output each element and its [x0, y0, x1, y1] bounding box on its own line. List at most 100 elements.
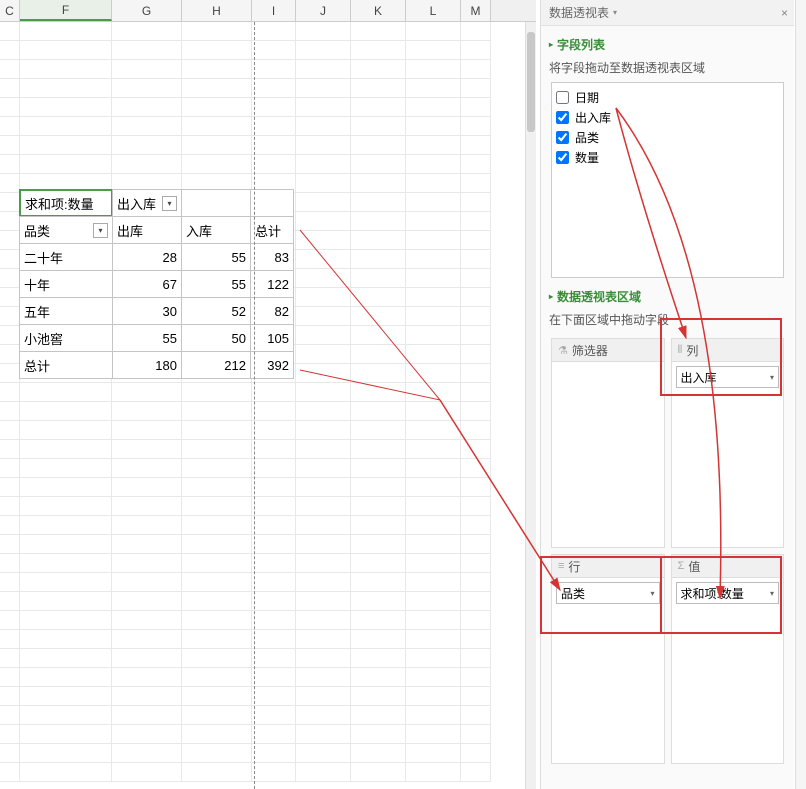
- cell[interactable]: [0, 725, 20, 744]
- cell[interactable]: [20, 649, 112, 668]
- cell[interactable]: [406, 440, 461, 459]
- cell[interactable]: [296, 288, 351, 307]
- scrollbar-thumb[interactable]: [527, 32, 535, 132]
- cell[interactable]: [252, 402, 296, 421]
- cell[interactable]: [0, 649, 20, 668]
- cell[interactable]: [0, 611, 20, 630]
- cell[interactable]: [182, 649, 252, 668]
- cell[interactable]: [406, 478, 461, 497]
- cell[interactable]: [406, 326, 461, 345]
- row-field-pill[interactable]: 品类 ▾: [556, 582, 660, 604]
- cell[interactable]: [252, 383, 296, 402]
- cell[interactable]: [112, 611, 182, 630]
- cell[interactable]: [112, 706, 182, 725]
- col-header-h[interactable]: H: [182, 0, 252, 21]
- cell[interactable]: [20, 478, 112, 497]
- cell[interactable]: [351, 763, 406, 782]
- cell[interactable]: [252, 706, 296, 725]
- cell[interactable]: [182, 22, 252, 41]
- cell[interactable]: [20, 497, 112, 516]
- close-icon[interactable]: ×: [781, 6, 788, 20]
- cell[interactable]: [296, 79, 351, 98]
- col-header-g[interactable]: G: [112, 0, 182, 21]
- cell[interactable]: [182, 117, 252, 136]
- cell[interactable]: [182, 706, 252, 725]
- cell[interactable]: [351, 155, 406, 174]
- cell[interactable]: [461, 98, 491, 117]
- cell[interactable]: [0, 307, 20, 326]
- cell[interactable]: [461, 383, 491, 402]
- cell[interactable]: [0, 592, 20, 611]
- cell[interactable]: [351, 459, 406, 478]
- cell[interactable]: [182, 573, 252, 592]
- cell[interactable]: [20, 117, 112, 136]
- cell[interactable]: [182, 60, 252, 79]
- cell[interactable]: [182, 630, 252, 649]
- cell[interactable]: [461, 155, 491, 174]
- cell[interactable]: [406, 79, 461, 98]
- cell[interactable]: [296, 706, 351, 725]
- cell[interactable]: [296, 136, 351, 155]
- cell[interactable]: [351, 516, 406, 535]
- cell[interactable]: [0, 231, 20, 250]
- cell[interactable]: [351, 592, 406, 611]
- cell[interactable]: [461, 668, 491, 687]
- cell[interactable]: [0, 478, 20, 497]
- cell[interactable]: [112, 60, 182, 79]
- cell[interactable]: [112, 516, 182, 535]
- cell[interactable]: [182, 725, 252, 744]
- cell[interactable]: [296, 117, 351, 136]
- cell[interactable]: [351, 364, 406, 383]
- cell[interactable]: [252, 22, 296, 41]
- pivot-col-field[interactable]: 出入库 ▾: [112, 189, 182, 217]
- cell[interactable]: [0, 402, 20, 421]
- col-header-l[interactable]: L: [406, 0, 461, 21]
- cell[interactable]: [461, 22, 491, 41]
- cell[interactable]: [461, 231, 491, 250]
- cell[interactable]: [252, 687, 296, 706]
- cell[interactable]: [296, 174, 351, 193]
- cell[interactable]: [20, 459, 112, 478]
- cell[interactable]: [461, 421, 491, 440]
- cell[interactable]: [406, 288, 461, 307]
- cell[interactable]: [252, 440, 296, 459]
- cell[interactable]: [112, 497, 182, 516]
- cell[interactable]: [296, 269, 351, 288]
- cell[interactable]: [406, 744, 461, 763]
- cell[interactable]: [0, 326, 20, 345]
- column-field-pill[interactable]: 出入库 ▾: [676, 366, 780, 388]
- cell[interactable]: [182, 516, 252, 535]
- cell[interactable]: [461, 60, 491, 79]
- cell[interactable]: [20, 611, 112, 630]
- cell[interactable]: [112, 155, 182, 174]
- cell[interactable]: [112, 421, 182, 440]
- cell[interactable]: [406, 22, 461, 41]
- cell[interactable]: [182, 592, 252, 611]
- cell[interactable]: [351, 706, 406, 725]
- cell[interactable]: [406, 136, 461, 155]
- cell[interactable]: [406, 516, 461, 535]
- cell[interactable]: [112, 79, 182, 98]
- column-area[interactable]: ⦀列 出入库 ▾: [671, 338, 785, 548]
- cell[interactable]: [406, 364, 461, 383]
- cell[interactable]: [461, 79, 491, 98]
- cell[interactable]: [112, 402, 182, 421]
- chevron-down-icon[interactable]: ▾: [770, 589, 774, 598]
- field-checkbox[interactable]: [556, 131, 569, 144]
- pivot-corner[interactable]: 求和项:数量: [19, 189, 113, 217]
- cell[interactable]: [296, 326, 351, 345]
- cell[interactable]: [351, 193, 406, 212]
- cell[interactable]: [0, 212, 20, 231]
- cell[interactable]: [461, 193, 491, 212]
- cell[interactable]: [296, 421, 351, 440]
- cell[interactable]: [406, 269, 461, 288]
- cell[interactable]: [252, 668, 296, 687]
- field-checkbox[interactable]: [556, 151, 569, 164]
- cell[interactable]: [296, 611, 351, 630]
- cell[interactable]: [461, 687, 491, 706]
- cell[interactable]: [182, 383, 252, 402]
- cell[interactable]: [406, 668, 461, 687]
- cell[interactable]: [112, 117, 182, 136]
- cell[interactable]: [252, 41, 296, 60]
- cell[interactable]: [406, 649, 461, 668]
